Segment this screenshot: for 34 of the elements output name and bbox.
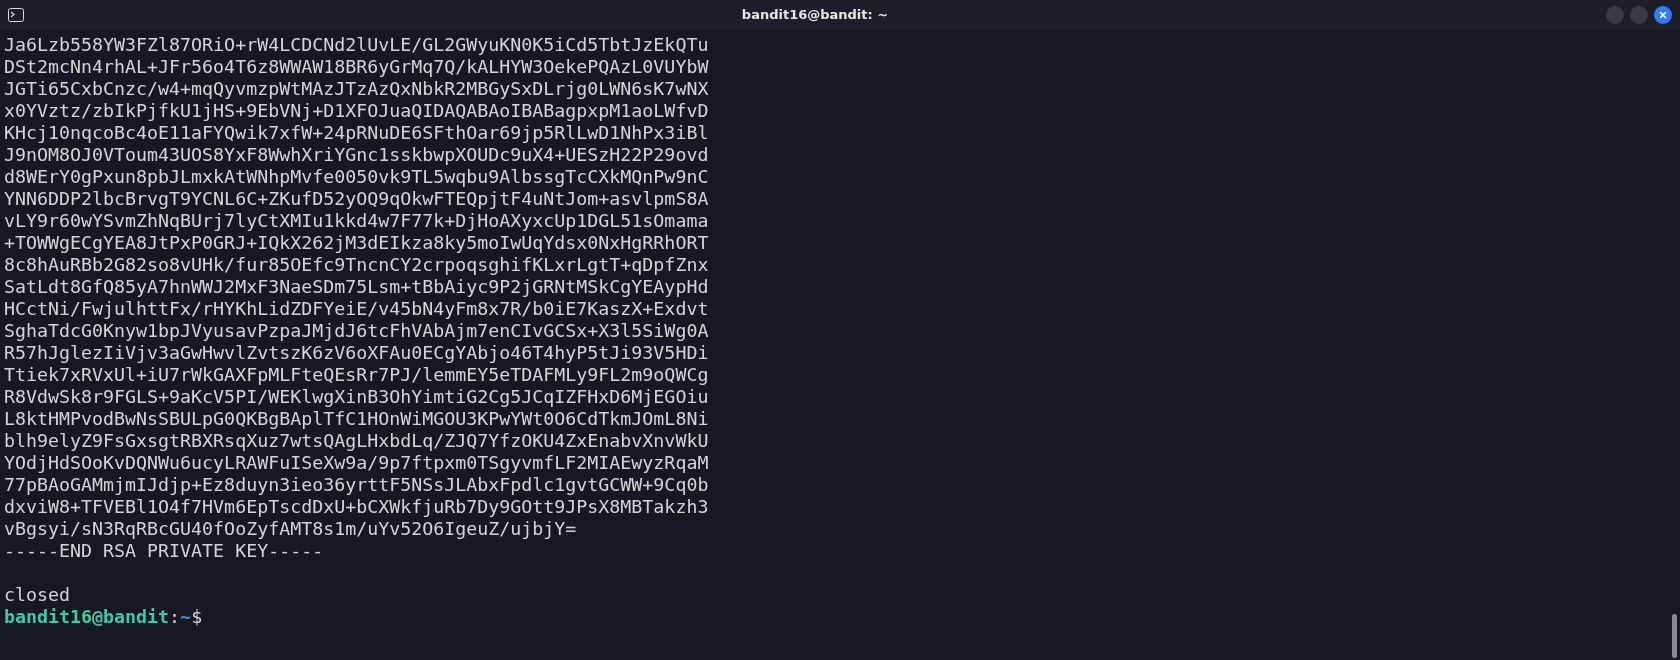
close-button[interactable]	[1654, 6, 1672, 24]
status-text: closed	[4, 584, 71, 605]
prompt-symbol: $	[191, 606, 203, 628]
key-text-line: 77pBAoGAMmjmIJdjp+Ez8duyn3ieo36yrttF5NSsJLAbxFpdlc1gvtGCWW+9Cq0b	[4, 474, 709, 495]
key-text-line: Ja6Lzb558YW3FZl87ORiO+rW4LCDCNd2lUvLE/GL2GWyuKN0K5iCd5TbtJzEkQTu	[4, 34, 709, 55]
key-text-line: -----END RSA PRIVATE KEY-----	[4, 540, 324, 561]
terminal-icon	[8, 8, 24, 22]
key-text-line: YNN6DDP2lbcBrvgT9YCNL6C+ZKufD52yOQ9qOkwFTEQpjtF4uNtJom+asvlpmS8A	[4, 188, 709, 209]
key-text-line: d8WErY0gPxun8pbJLmxkAtWNhpMvfe0050vk9TL5wqbu9AlbssgTcCXkMQnPw9nC	[4, 166, 709, 187]
key-text-line: KHcj10nqcoBc4oE11aFYQwik7xfW+24pRNuDE6SFthOar69jp5RlLwD1NhPx3iBl	[4, 122, 709, 143]
prompt-separator: :	[169, 606, 181, 628]
key-text-line: SghaTdcG0Knyw1bpJVyusavPzpaJMjdJ6tcFhVAbAjm7enCIvGCSx+X3l5SiWg0A	[4, 320, 709, 341]
key-text-line: JGTi65CxbCnzc/w4+mqQyvmzpWtMAzJTzAzQxNbkR2MBGySxDLrjg0LWN6sK7wNX	[4, 78, 709, 99]
key-text-line: DSt2mcNn4rhAL+JFr56o4T6z8WWAW18BR6yGrMq7Q/kALHYW3OekePQAzL0VUYbW	[4, 56, 709, 77]
key-text-line: +TOWWgECgYEA8JtPxP0GRJ+IQkX262jM3dEIkza8ky5moIwUqYdsx0NxHgRRhORT	[4, 232, 709, 253]
key-text-line: L8ktHMPvodBwNsSBULpG0QKBgBAplTfC1HOnWiMGOU3KPwYWt0O6CdTkmJOmL8Ni	[4, 408, 709, 429]
key-text-line: blh9elyZ9FsGxsgtRBXRsqXuz7wtsQAgLHxbdLq/ZJQ7YfzOKU4ZxEnabvXnvWkU	[4, 430, 709, 451]
key-text-line: vBgsyi/sN3RqRBcGU40fOoZyfAMT8s1m/uYv52O6IgeuZ/ujbjY=	[4, 518, 577, 539]
key-text-line: 8c8hAuRBb2G82so8vUHk/fur85OEfc9TncnCY2crpoqsghifKLxrLgtT+qDpfZnx	[4, 254, 709, 275]
key-text-line: YOdjHdSOoKvDQNWu6ucyLRAWFuISeXw9a/9p7ftpxm0TSgyvmfLF2MIAEwyzRqaM	[4, 452, 709, 473]
key-text-line: vLY9r60wYSvmZhNqBUrj7lyCtXMIu1kkd4w7F77k+DjHoAXyxcUp1DGL51sOmama	[4, 210, 709, 231]
window-title: bandit16@bandit: ~	[741, 6, 889, 25]
key-text-line: SatLdt8GfQ85yA7hnWWJ2MxF3NaeSDm75Lsm+tBbAiyc9P2jGRNtMSkCgYEAypHd	[4, 276, 709, 297]
key-text-line: x0YVztz/zbIkPjfkU1jHS+9EbVNj+D1XFOJuaQIDAQABAoIBABagpxpM1aoLWfvD	[4, 100, 709, 121]
key-text-line: dxviW8+TFVEBl1O4f7HVm6EpTscdDxU+bCXWkfjuRb7Dy9GOtt9JPsX8MBTakzh3	[4, 496, 709, 517]
prompt-user-host: bandit16@bandit	[4, 606, 170, 628]
key-text-line: HCctNi/FwjulhttFx/rHYKhLidZDFYeiE/v45bN4yFm8x7R/b0iE7KaszX+Exdvt	[4, 298, 709, 319]
key-text-line: J9nOM8OJ0VToum43UOS8YxF8WwhXriYGnc1sskbwpXOUDc9uX4+UESzH22P29ovd	[4, 144, 709, 165]
key-text-line: R57hJglezIiVjv3aGwHwvlZvtszK6zV6oXFAu0ECgYAbjo46T4hyP5tJi93V5HDi	[4, 342, 709, 363]
key-text-line: Ttiek7xRVxUl+iU7rWkGAXFpMLFteQEsRr7PJ/lemmEY5eTDAFMLy9FL2m9oQWCg	[4, 364, 709, 385]
scrollbar-thumb[interactable]	[1671, 614, 1677, 658]
key-text-line: R8VdwSk8r9FGLS+9aKcV5PI/WEKlwgXinB3OhYimtiG2Cg5JCqIZFHxD6MjEGOiu	[4, 386, 709, 407]
close-icon	[1659, 11, 1667, 19]
prompt-path: ~	[180, 606, 192, 628]
